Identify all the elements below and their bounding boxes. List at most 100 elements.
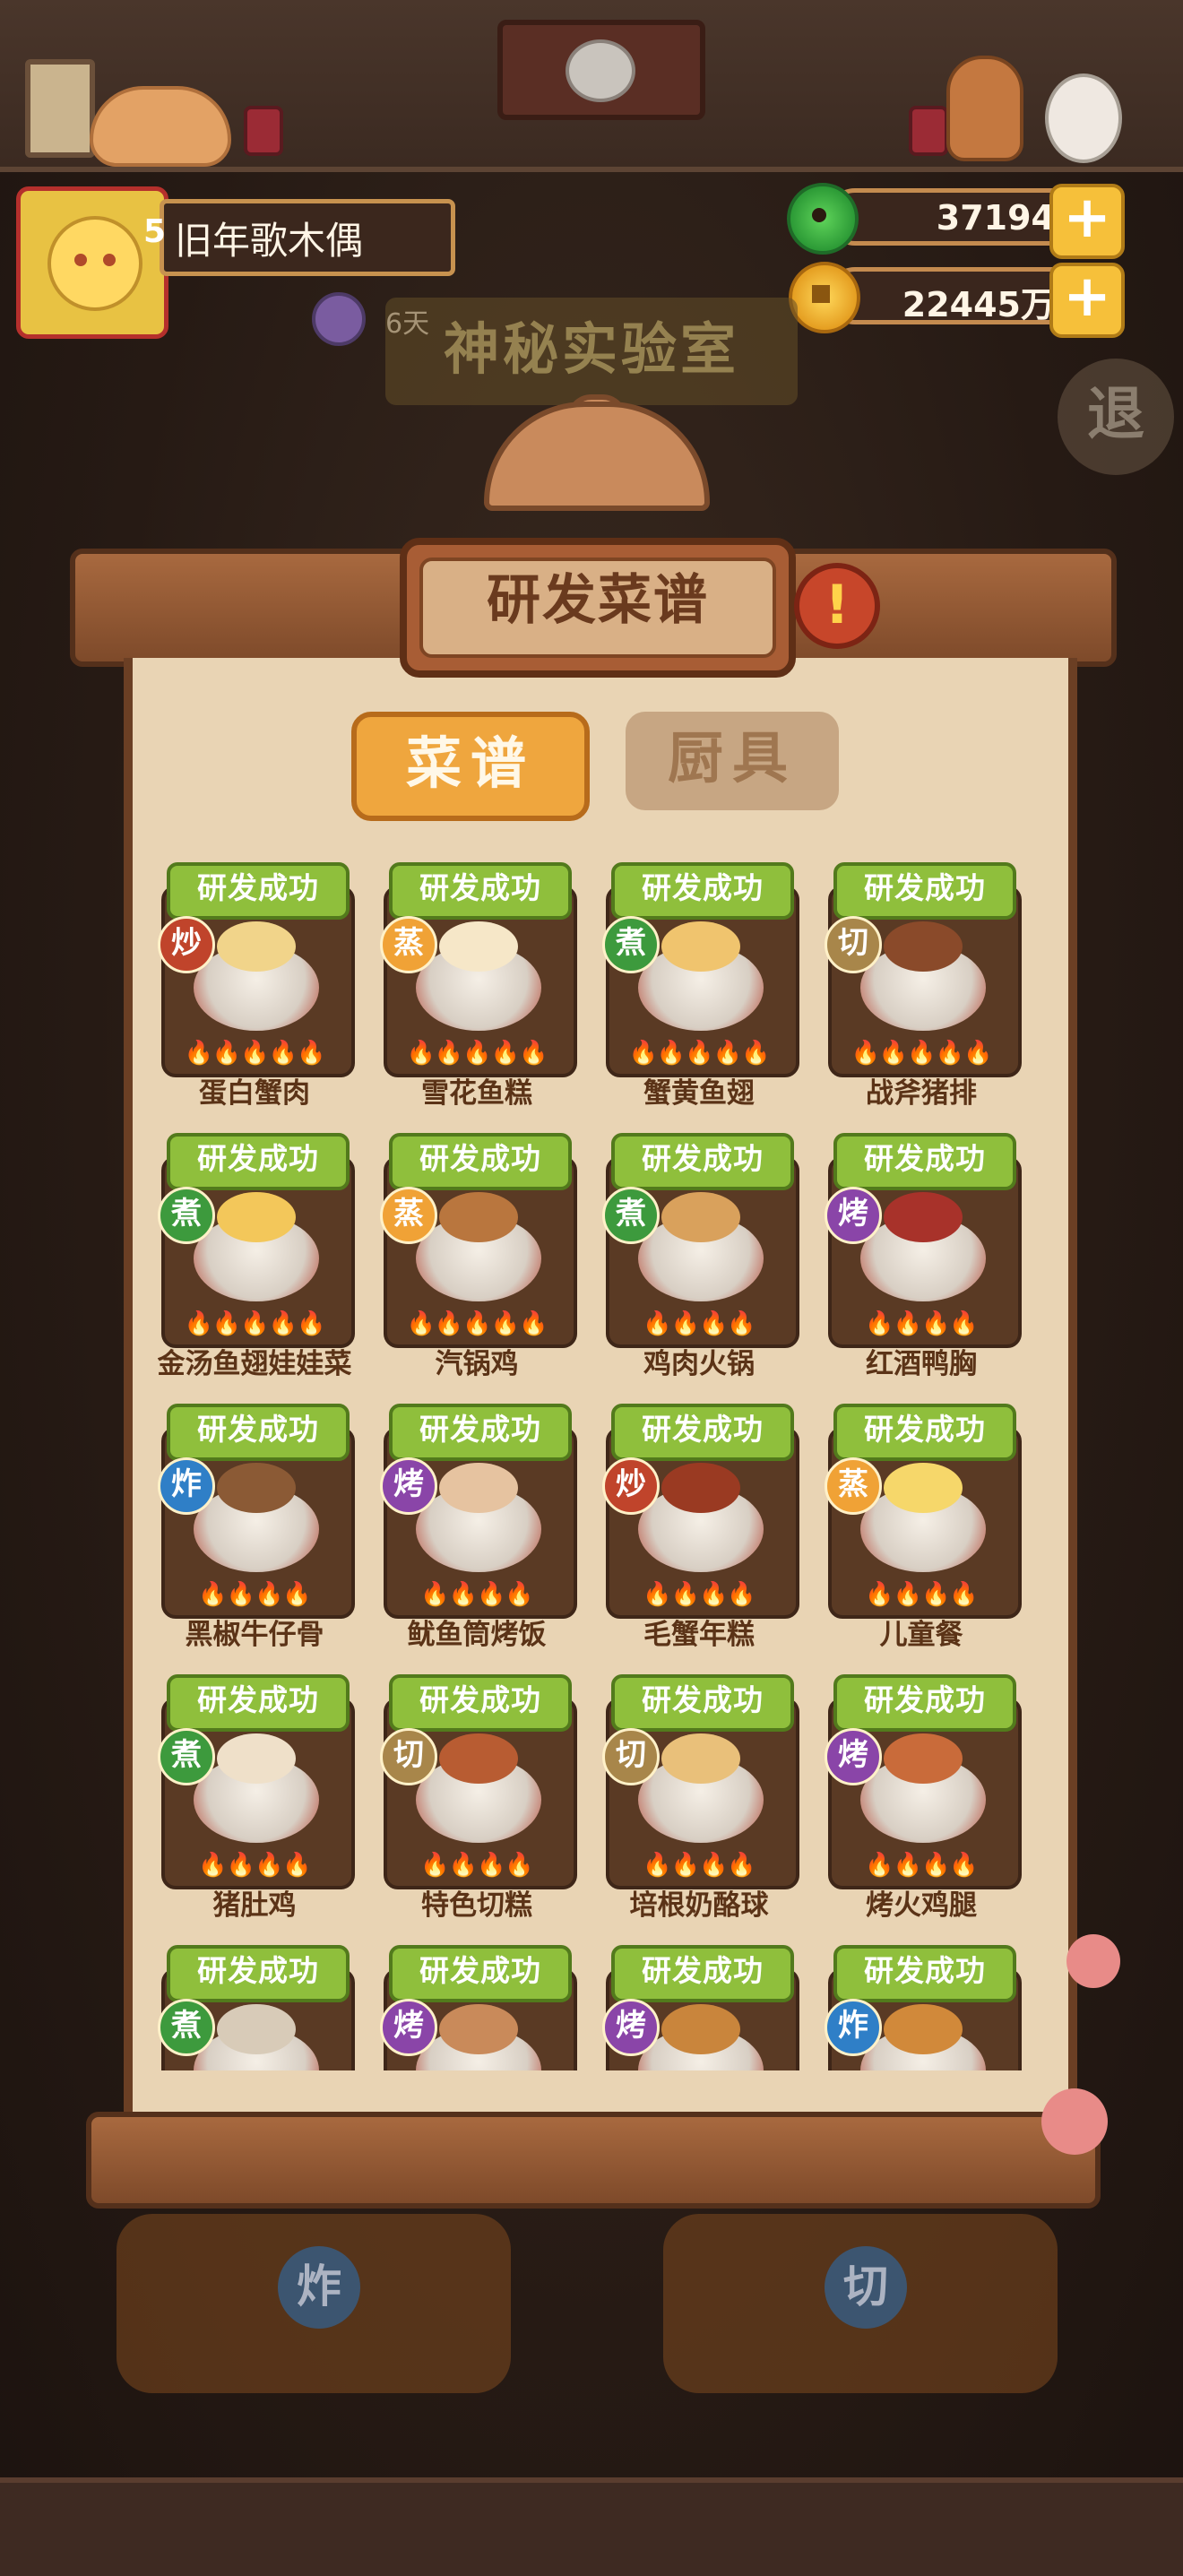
research-status-badge: 研发成功 — [167, 1404, 350, 1461]
recipe-card[interactable]: 研发成功切 🔥🔥🔥🔥 特色切糕 — [380, 1671, 577, 1922]
jade-value: 37194 — [936, 198, 1055, 238]
exit-button: 退 — [1058, 359, 1174, 475]
research-status-badge: 研发成功 — [833, 1133, 1016, 1190]
recipe-name: 烤火鸡腿 — [866, 1889, 977, 1922]
research-status-badge: 研发成功 — [833, 862, 1016, 920]
cooking-method-badge: 煮 — [602, 1187, 660, 1244]
dish-image — [638, 1733, 764, 1843]
recipe-name: 儿童餐 — [879, 1619, 963, 1651]
dish-image — [194, 1463, 319, 1572]
recipe-name: 黑椒牛仔骨 — [185, 1619, 324, 1651]
cooking-method-badge: 切 — [602, 1728, 660, 1785]
recipe-card[interactable]: 研发成功烤 — [380, 1941, 577, 2070]
dish-image — [638, 1192, 764, 1301]
blossom-decoration — [1041, 2088, 1108, 2155]
cooking-method-badge: 炒 — [602, 1457, 660, 1515]
dish-image — [416, 1463, 541, 1572]
tab-utensils[interactable]: 厨具 — [626, 712, 839, 810]
dish-image — [638, 1463, 764, 1572]
research-status-badge: 研发成功 — [611, 1945, 794, 2002]
research-status-badge: 研发成功 — [833, 1404, 1016, 1461]
recipe-card[interactable]: 研发成功炒 🔥🔥🔥🔥🔥 蛋白蟹肉 — [158, 859, 355, 1110]
add-coins-button[interactable]: + — [1049, 263, 1125, 338]
recipe-card[interactable]: 研发成功煮 — [158, 1941, 355, 2070]
avatar-eye — [74, 254, 87, 266]
scroll-bottom-beam — [86, 2112, 1101, 2209]
cooking-method-badge: 煮 — [158, 1187, 215, 1244]
dish-image — [416, 921, 541, 1031]
recipe-card[interactable]: 研发成功烤 🔥🔥🔥🔥 红酒鸭胸 — [825, 1129, 1022, 1380]
recipe-name: 金汤鱼翅娃娃菜 — [158, 1348, 352, 1380]
hanging-sign — [497, 20, 705, 120]
recipe-card[interactable]: 研发成功煮 🔥🔥🔥🔥🔥 蟹黄鱼翅 — [602, 859, 799, 1110]
cooking-method-badge: 炸 — [158, 1457, 215, 1515]
coin-counter: 22445万 + — [826, 263, 1125, 338]
recipe-card[interactable]: 研发成功切 🔥🔥🔥🔥 培根奶酪球 — [602, 1671, 799, 1922]
lab-title: 神秘实验室 — [385, 298, 798, 405]
recipe-card[interactable]: 研发成功煮 🔥🔥🔥🔥 猪肚鸡 — [158, 1671, 355, 1922]
recipe-grid: 研发成功炒 🔥🔥🔥🔥🔥 蛋白蟹肉 研发成功蒸 🔥🔥🔥🔥🔥 雪花鱼糕 研发成功煮 🔥🔥🔥🔥🔥 蟹黄… — [158, 859, 1034, 2070]
info-alert-button[interactable]: ! — [794, 563, 880, 649]
lantern-decoration — [244, 106, 283, 156]
tab-recipes[interactable]: 菜谱 — [351, 712, 590, 821]
recipe-name: 汽锅鸡 — [435, 1348, 519, 1380]
recipe-name: 猪肚鸡 — [212, 1889, 297, 1922]
research-status-badge: 研发成功 — [389, 1674, 572, 1732]
cat-character — [1045, 73, 1122, 163]
buff-icon[interactable] — [312, 292, 366, 346]
recipe-name: 培根奶酪球 — [629, 1889, 769, 1922]
flame-rating: 🔥🔥🔥🔥🔥 — [184, 1040, 326, 1067]
cooking-method-badge: 切 — [825, 916, 882, 973]
player-level: 5 — [143, 213, 167, 250]
player-name: 旧年歌木偶 — [175, 218, 364, 263]
research-status-badge: 研发成功 — [611, 1404, 794, 1461]
recipe-card[interactable]: 研发成功炸 — [825, 1941, 1022, 2070]
recipe-card[interactable]: 研发成功烤 🔥🔥🔥🔥 鱿鱼筒烤饭 — [380, 1400, 577, 1651]
cooking-method-badge: 烤 — [825, 1728, 882, 1785]
bottom-bar — [0, 2477, 1183, 2576]
cooking-method-badge: 烤 — [825, 1187, 882, 1244]
recipe-card[interactable]: 研发成功烤 🔥🔥🔥🔥 烤火鸡腿 — [825, 1671, 1022, 1922]
recipe-card[interactable]: 研发成功炸 🔥🔥🔥🔥 黑椒牛仔骨 — [158, 1400, 355, 1651]
research-status-badge: 研发成功 — [611, 1674, 794, 1732]
flame-rating: 🔥🔥🔥🔥🔥 — [851, 1040, 993, 1067]
recipe-name: 毛蟹年糕 — [643, 1619, 755, 1651]
recipe-card[interactable]: 研发成功蒸 🔥🔥🔥🔥🔥 汽锅鸡 — [380, 1129, 577, 1380]
recipe-card[interactable]: 研发成功蒸 🔥🔥🔥🔥 儿童餐 — [825, 1400, 1022, 1651]
paw-frame-decoration — [25, 59, 95, 158]
recipe-name: 红酒鸭胸 — [866, 1348, 977, 1380]
coin-value: 22445万 — [902, 285, 1055, 324]
recipe-card[interactable]: 研发成功煮 🔥🔥🔥🔥 鸡肉火锅 — [602, 1129, 799, 1380]
add-jade-button[interactable]: + — [1049, 184, 1125, 259]
dish-image — [416, 1192, 541, 1301]
dish-image — [860, 921, 986, 1031]
dish-image — [194, 1192, 319, 1301]
recipe-name: 战斧猪排 — [866, 1077, 977, 1110]
research-status-badge: 研发成功 — [167, 1674, 350, 1732]
recipe-card[interactable]: 研发成功切 🔥🔥🔥🔥🔥 战斧猪排 — [825, 859, 1022, 1110]
player-avatar[interactable] — [16, 186, 168, 339]
recipe-card[interactable]: 研发成功蒸 🔥🔥🔥🔥🔥 雪花鱼糕 — [380, 859, 577, 1110]
cooking-method-badge: 烤 — [602, 1999, 660, 2056]
recipe-card[interactable]: 研发成功炒 🔥🔥🔥🔥 毛蟹年糕 — [602, 1400, 799, 1651]
player-nameplate: 旧年歌木偶 — [160, 199, 455, 276]
recipe-name: 雪花鱼糕 — [421, 1077, 532, 1110]
recipe-card[interactable]: 研发成功煮 🔥🔥🔥🔥🔥 金汤鱼翅娃娃菜 — [158, 1129, 355, 1380]
flame-rating: 🔥🔥🔥🔥🔥 — [406, 1040, 548, 1067]
stove-right: 切 — [663, 2214, 1058, 2393]
cooking-method-badge: 烤 — [380, 1999, 437, 2056]
jade-counter: 37194 + — [826, 184, 1125, 259]
cooking-method-badge: 炒 — [158, 916, 215, 973]
recipe-card[interactable]: 研发成功烤 — [602, 1941, 799, 2070]
lantern-decoration — [909, 106, 948, 156]
cooking-method-badge: 切 — [380, 1728, 437, 1785]
dish-image — [194, 921, 319, 1031]
cooking-method-badge: 煮 — [158, 1999, 215, 2056]
panda-icon — [566, 39, 635, 102]
cooking-method-badge: 煮 — [602, 916, 660, 973]
research-status-badge: 研发成功 — [833, 1674, 1016, 1732]
stove-method-badge: 炸 — [278, 2246, 360, 2329]
flame-rating: 🔥🔥🔥🔥 — [865, 1852, 979, 1879]
flame-rating: 🔥🔥🔥🔥 — [420, 1581, 534, 1608]
flame-rating: 🔥🔥🔥🔥 — [643, 1581, 756, 1608]
